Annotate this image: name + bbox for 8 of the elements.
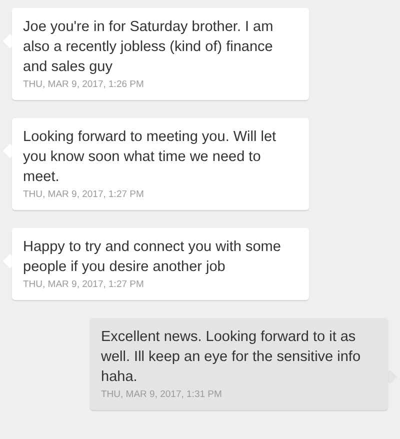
message-timestamp: THU, MAR 9, 2017, 1:26 PM	[23, 78, 145, 92]
message-text: Excellent news. Looking forward to it as well. Ill keep an eye for the sensitive info haha.	[101, 328, 362, 387]
message-timestamp: THU, MAR 9, 2017, 1:31 PM	[101, 388, 223, 402]
message-text: Joe you're in for Saturday brother. I am also a recently jobless (kind of) finance and sales guy	[23, 18, 274, 77]
message-text: Happy to try and connect you with some people if you desire another job	[23, 238, 282, 277]
message-text: Looking forward to meeting you. Will let you know soon what time we need to meet.	[23, 128, 278, 187]
message-timestamp: THU, MAR 9, 2017, 1:27 PM	[23, 278, 145, 292]
message-timestamp: THU, MAR 9, 2017, 1:27 PM	[23, 188, 145, 202]
